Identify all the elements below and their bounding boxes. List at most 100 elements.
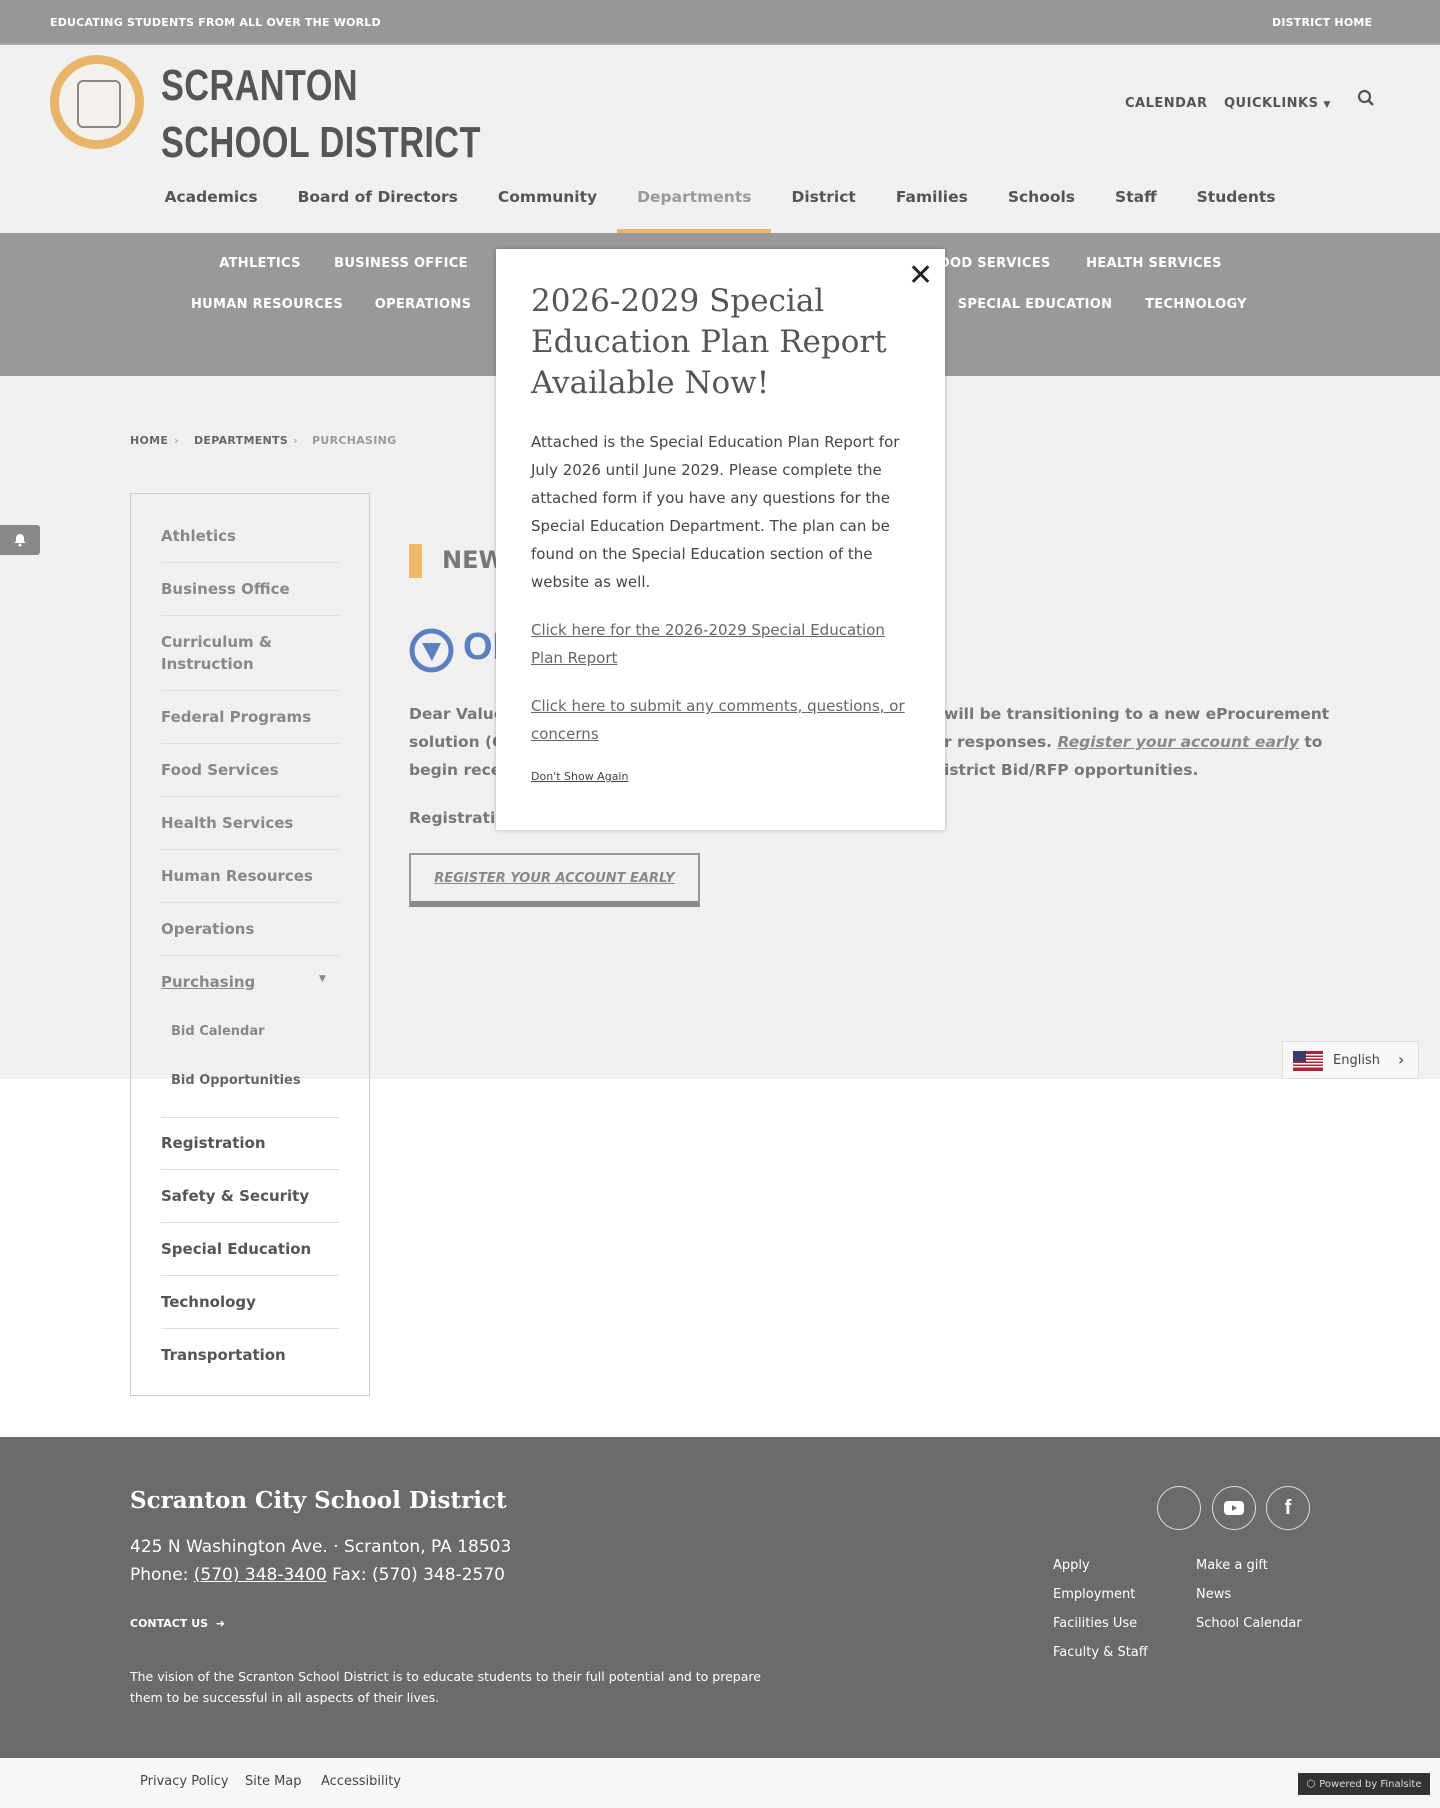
top-bar: EDUCATING STUDENTS FROM ALL OVER THE WOR… (0, 0, 1440, 45)
powered-by-label: Powered by Finalsite (1319, 1778, 1422, 1790)
footer-link-news[interactable]: News (1196, 1587, 1231, 1602)
nav-families[interactable]: Families (876, 165, 988, 233)
subnav-operations[interactable]: OPERATIONS (375, 297, 472, 312)
sidebar-item-business-office[interactable]: Business Office (161, 578, 339, 600)
paragraph-fragment: to (1304, 733, 1323, 751)
nav-schools[interactable]: Schools (988, 165, 1095, 233)
sidebar-subitem-bid-calendar[interactable]: Bid Calendar (171, 1024, 265, 1039)
sidebar-item-food-services[interactable]: Food Services (161, 759, 339, 781)
sidebar-item-safety-security[interactable]: Safety & Security (161, 1185, 339, 1207)
footer: Scranton City School District 425 N Wash… (0, 1437, 1440, 1758)
brand-line1[interactable]: SCRANTON (161, 61, 358, 111)
accessibility-link[interactable]: Accessibility (321, 1774, 401, 1789)
sidebar-item-operations[interactable]: Operations (161, 918, 339, 940)
powered-by-finalsite-badge[interactable]: ⬡ Powered by Finalsite (1298, 1773, 1430, 1795)
paragraph-fragment: begin recei (409, 761, 507, 779)
sidebar-item-athletics[interactable]: Athletics (161, 525, 339, 547)
sidebar-item-health-services[interactable]: Health Services (161, 812, 339, 834)
facebook-icon[interactable]: f (1266, 1486, 1310, 1530)
announcement-modal: ✕ 2026-2029 Special Education Plan Repor… (496, 249, 945, 830)
breadcrumb-current: PURCHASING (312, 434, 397, 447)
subnav-special-education[interactable]: SPECIAL EDUCATION (958, 297, 1113, 312)
bell-icon (14, 534, 26, 547)
vision-statement: The vision of the Scranton School Distri… (130, 1669, 761, 1705)
quicklinks-label: QUICKLINKS (1224, 96, 1319, 111)
sidebar-item-purchasing[interactable]: Purchasing (161, 971, 339, 993)
privacy-policy-link[interactable]: Privacy Policy (140, 1774, 229, 1789)
opengov-logo-icon (409, 628, 454, 673)
sidebar-item-special-education[interactable]: Special Education (161, 1238, 339, 1260)
paragraph-fragment: will be transitioning to a new eProcurem… (944, 705, 1330, 723)
sidebar-subitem-bid-opportunities[interactable]: Bid Opportunities (171, 1073, 301, 1088)
paragraph-fragment: solution (O (409, 733, 506, 751)
footer-link-employment[interactable]: Employment (1053, 1587, 1135, 1602)
subnav-business-office[interactable]: BUSINESS OFFICE (334, 256, 468, 271)
close-icon[interactable]: ✕ (908, 261, 933, 291)
header: SCRANTON SCHOOL DISTRICT CALENDAR QUICKL… (0, 45, 1440, 168)
nav-board-of-directors[interactable]: Board of Directors (278, 165, 478, 233)
nav-departments[interactable]: Departments (617, 165, 772, 238)
breadcrumb-separator: › (174, 434, 179, 447)
chevron-right-icon: › (1398, 1050, 1405, 1069)
sidebar-item-human-resources[interactable]: Human Resources (161, 865, 339, 887)
subnav-food-services[interactable]: FOOD SERVICES (929, 256, 1050, 271)
footer-link-facilities-use[interactable]: Facilities Use (1053, 1616, 1137, 1631)
nav-academics[interactable]: Academics (144, 165, 277, 233)
arrow-right-icon: ➜ (215, 1617, 225, 1630)
register-account-button[interactable]: REGISTER YOUR ACCOUNT EARLY (409, 853, 700, 907)
breadcrumb-home[interactable]: HOME (130, 434, 168, 447)
registration-label: Registratio (409, 809, 506, 827)
contact-us-link[interactable]: CONTACT US ➜ (130, 1617, 225, 1630)
us-flag-icon (1293, 1051, 1323, 1071)
caret-down-icon: ▼ (1323, 100, 1331, 110)
contact-us-label: CONTACT US (130, 1617, 209, 1630)
sidebar-nav: Athletics Business Office Curriculum & I… (130, 493, 370, 1396)
modal-body: Attached is the Special Education Plan R… (531, 433, 900, 591)
register-early-link[interactable]: Register your account early (1057, 733, 1299, 751)
calendar-link[interactable]: CALENDAR (1125, 96, 1208, 111)
subnav-human-resources[interactable]: HUMAN RESOURCES (191, 297, 343, 312)
nav-staff[interactable]: Staff (1095, 165, 1177, 233)
site-map-link[interactable]: Site Map (245, 1774, 302, 1789)
footer-title: Scranton City School District (130, 1487, 507, 1514)
sidebar-item-technology[interactable]: Technology (161, 1291, 339, 1313)
footer-link-faculty-staff[interactable]: Faculty & Staff (1053, 1645, 1148, 1660)
district-seal-logo[interactable] (50, 55, 144, 149)
nav-community[interactable]: Community (478, 165, 617, 233)
social-icon-blank[interactable] (1157, 1486, 1201, 1530)
phone-label: Phone: (130, 1565, 189, 1585)
plan-report-link[interactable]: Click here for the 2026-2029 Special Edu… (531, 621, 885, 667)
sidebar-item-registration[interactable]: Registration (161, 1132, 339, 1154)
sidebar-item-transportation[interactable]: Transportation (161, 1344, 339, 1366)
comments-link[interactable]: Click here to submit any comments, quest… (531, 697, 905, 743)
subnav-technology[interactable]: TECHNOLOGY (1145, 297, 1247, 312)
sidebar-item-federal-programs[interactable]: Federal Programs (161, 706, 339, 728)
paragraph-fragment: r responses. (944, 733, 1053, 751)
breadcrumb-departments[interactable]: DEPARTMENTS (194, 434, 288, 447)
language-selector[interactable]: English › (1282, 1041, 1419, 1079)
main-nav: Academics Board of Directors Community D… (0, 165, 1440, 238)
search-icon[interactable] (1357, 89, 1375, 107)
caret-down-icon[interactable]: ▼ (319, 974, 326, 984)
quicklinks-menu[interactable]: QUICKLINKS ▼ (1224, 96, 1331, 111)
subnav-athletics[interactable]: ATHLETICS (219, 256, 301, 271)
notification-tab[interactable] (0, 525, 40, 555)
footer-link-make-a-gift[interactable]: Make a gift (1196, 1558, 1268, 1573)
nav-students[interactable]: Students (1177, 165, 1296, 233)
dont-show-again-link[interactable]: Don't Show Again (531, 770, 628, 783)
subnav-health-services[interactable]: HEALTH SERVICES (1086, 256, 1222, 271)
phone-link[interactable]: (570) 348-3400 (194, 1565, 327, 1585)
breadcrumb-separator: › (293, 434, 298, 447)
heading-accent-bar (409, 544, 422, 578)
footer-link-apply[interactable]: Apply (1053, 1558, 1090, 1573)
sidebar-item-curriculum[interactable]: Curriculum & Instruction (161, 631, 339, 675)
language-label: English (1333, 1053, 1380, 1068)
footer-link-school-calendar[interactable]: School Calendar (1196, 1616, 1302, 1631)
district-home-link[interactable]: DISTRICT HOME (1272, 16, 1372, 29)
youtube-icon[interactable] (1212, 1486, 1256, 1530)
nav-district[interactable]: District (771, 165, 875, 233)
paragraph-fragment: Dear Value (409, 705, 505, 723)
tagline: EDUCATING STUDENTS FROM ALL OVER THE WOR… (50, 16, 381, 29)
finalsite-logo-icon: ⬡ (1306, 1778, 1316, 1790)
brand-line2[interactable]: SCHOOL DISTRICT (161, 118, 481, 168)
